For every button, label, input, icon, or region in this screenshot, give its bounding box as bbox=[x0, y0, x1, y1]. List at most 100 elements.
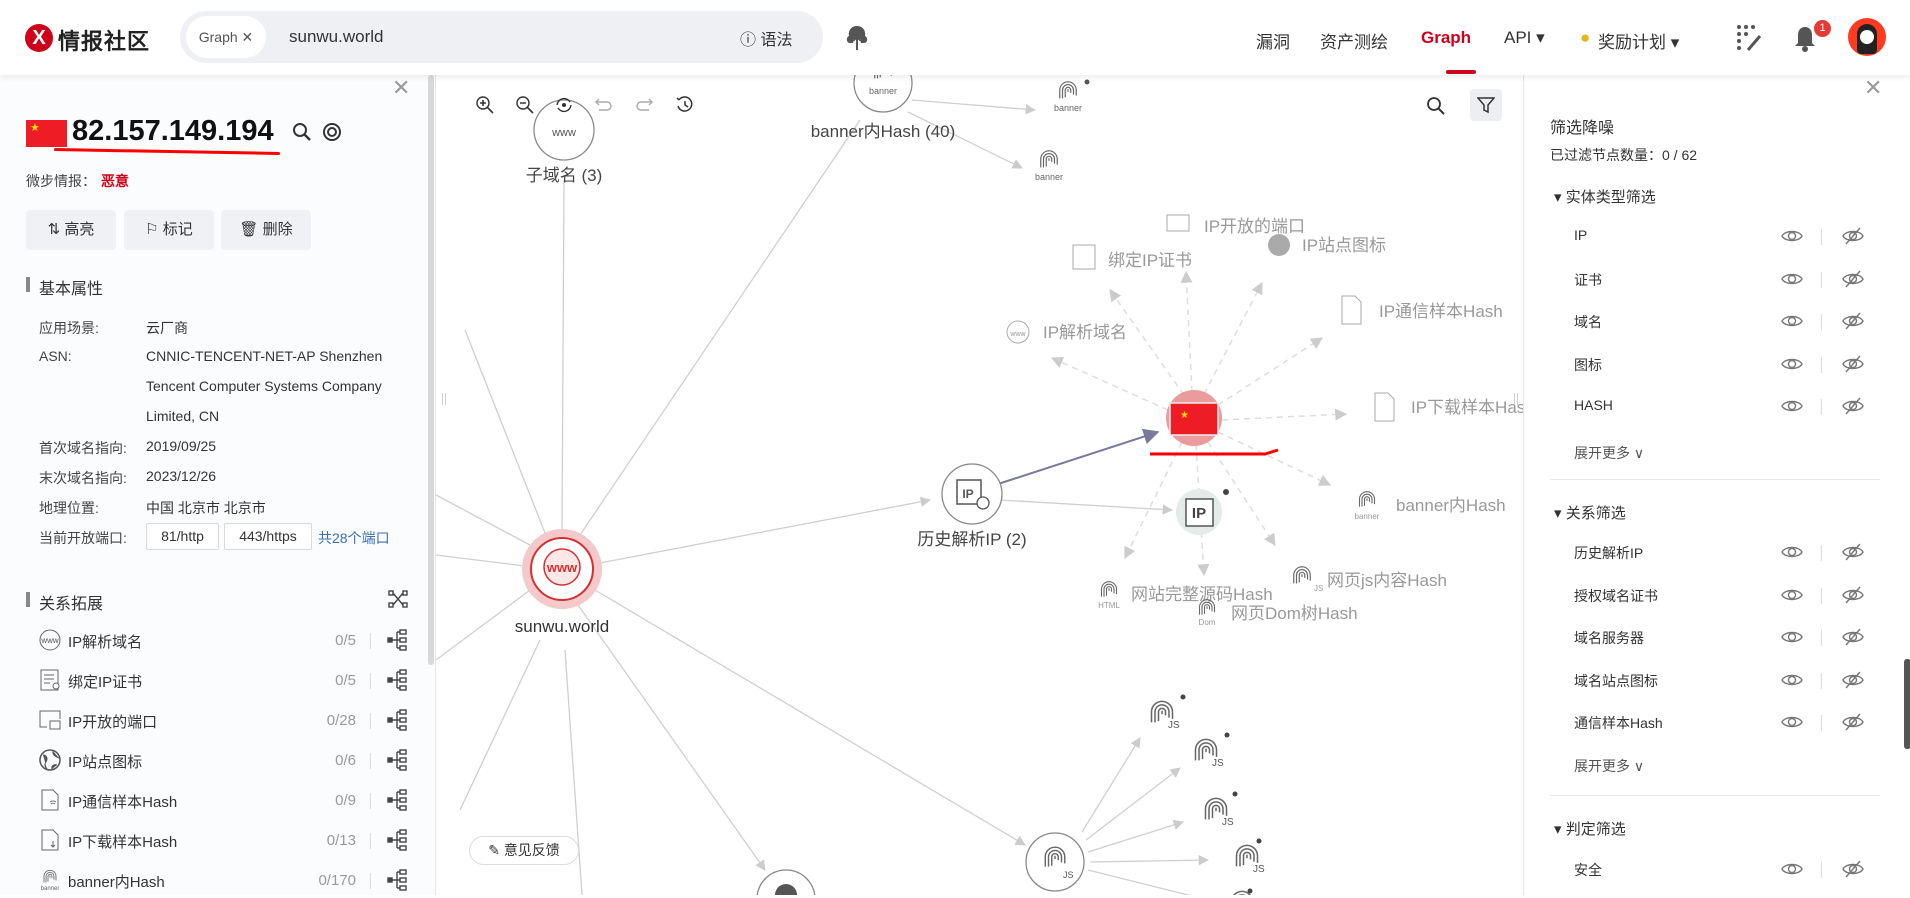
nav-asset-mapping[interactable]: 资产测绘 bbox=[1320, 28, 1388, 53]
expand-tree-icon[interactable] bbox=[387, 669, 409, 691]
nav-api[interactable]: API ▾ bbox=[1504, 28, 1545, 48]
satellite-js-hash[interactable]: JS 网页js内容Hash bbox=[1293, 566, 1447, 593]
node-banner-leaf[interactable]: banner bbox=[1054, 79, 1090, 114]
hide-eye-off-icon[interactable] bbox=[1842, 355, 1864, 373]
hide-eye-off-icon[interactable] bbox=[1842, 397, 1864, 415]
zoom-in-icon[interactable] bbox=[475, 95, 495, 115]
group-verdict[interactable]: ▾ 判定筛选 bbox=[1554, 818, 1626, 839]
nav-vulnerability[interactable]: 漏洞 bbox=[1256, 28, 1290, 53]
show-eye-icon[interactable] bbox=[1781, 672, 1803, 688]
expand-tree-icon[interactable] bbox=[387, 709, 409, 731]
close-icon[interactable]: ✕ bbox=[1864, 75, 1882, 101]
port-tag[interactable]: 443/https bbox=[224, 523, 312, 550]
hide-eye-off-icon[interactable] bbox=[1842, 312, 1864, 330]
expand-tree-icon[interactable] bbox=[387, 829, 409, 851]
show-eye-icon[interactable] bbox=[1781, 861, 1803, 877]
left-resize-handle[interactable] bbox=[442, 393, 446, 405]
relation-item-comm-hash[interactable]: IP通信样本Hash 0/9 bbox=[39, 784, 409, 818]
search-box[interactable]: Graph ✕ sunwu.world ⓘ 语法 bbox=[180, 11, 823, 63]
left-panel-scrollbar[interactable] bbox=[428, 75, 434, 665]
show-eye-icon[interactable] bbox=[1781, 313, 1803, 329]
hide-eye-off-icon[interactable] bbox=[1842, 860, 1864, 878]
show-eye-icon[interactable] bbox=[1781, 544, 1803, 560]
graph-canvas[interactable]: www sunwu.world www 子域名 (3) banner banne… bbox=[436, 75, 1523, 895]
relation-item-download-hash[interactable]: IP下载样本Hash 0/13 bbox=[39, 824, 409, 858]
logo-icon[interactable]: X bbox=[25, 24, 53, 52]
relation-item-ip-domain[interactable]: www IP解析域名 0/5 bbox=[39, 624, 409, 658]
relation-item-ip-cert[interactable]: 绑定IP证书 0/5 bbox=[39, 664, 409, 698]
expand-all-icon[interactable] bbox=[388, 590, 408, 608]
filter-button[interactable] bbox=[1470, 89, 1502, 121]
user-avatar[interactable] bbox=[1848, 18, 1886, 56]
expand-more-button[interactable]: 展开更多 ∨ bbox=[1574, 756, 1644, 776]
expand-tree-icon[interactable] bbox=[387, 749, 409, 771]
show-eye-icon[interactable] bbox=[1781, 629, 1803, 645]
satellite-open-ports[interactable]: IP开放的端口 bbox=[1166, 214, 1305, 236]
node-globe[interactable] bbox=[756, 869, 816, 895]
satellite-banner-hash[interactable]: banner banner内Hash bbox=[1355, 491, 1506, 521]
node-selected-ip-flag[interactable]: ★ bbox=[1150, 390, 1279, 456]
feedback-button[interactable]: ✎ 意见反馈 bbox=[469, 836, 579, 865]
search-icon[interactable] bbox=[292, 122, 312, 142]
hide-eye-off-icon[interactable] bbox=[1842, 270, 1864, 288]
relation-item-site-icon[interactable]: IP站点图标 0/6 bbox=[39, 744, 409, 778]
expand-tree-icon[interactable] bbox=[387, 789, 409, 811]
node-ip[interactable]: IP bbox=[1176, 489, 1229, 535]
hide-eye-off-icon[interactable] bbox=[1842, 586, 1864, 604]
expand-tree-icon[interactable] bbox=[387, 869, 409, 891]
port-tag[interactable]: 81/http bbox=[146, 523, 219, 550]
search-type-chip[interactable]: Graph ✕ bbox=[186, 16, 266, 58]
mark-button[interactable]: ⚐ 标记 bbox=[124, 210, 214, 250]
hide-eye-off-icon[interactable] bbox=[1842, 628, 1864, 646]
right-resize-handle[interactable] bbox=[1514, 393, 1518, 405]
satellite-comm-hash[interactable]: IP通信样本Hash bbox=[1341, 295, 1503, 325]
redo-icon[interactable] bbox=[634, 95, 654, 115]
node-js-leaf[interactable]: JS bbox=[1194, 732, 1230, 770]
bell-icon[interactable] bbox=[1794, 26, 1816, 52]
relation-item-open-ports[interactable]: IP开放的端口 0/28 bbox=[39, 704, 409, 738]
satellite-download-hash[interactable]: IP下载样本Hash bbox=[1374, 392, 1523, 422]
relation-item-banner-hash[interactable]: banner banner内Hash 0/170 bbox=[39, 864, 409, 898]
node-js-leaf[interactable]: JS bbox=[1204, 791, 1238, 829]
hide-eye-off-icon[interactable] bbox=[1842, 713, 1864, 731]
node-banner-leaf[interactable]: banner bbox=[1035, 150, 1063, 182]
group-entity-type[interactable]: ▾ 实体类型筛选 bbox=[1554, 186, 1656, 207]
all-ports-link[interactable]: 共28个端口 bbox=[318, 528, 390, 548]
show-eye-icon[interactable] bbox=[1781, 587, 1803, 603]
group-relation[interactable]: ▾ 关系筛选 bbox=[1554, 502, 1626, 523]
nav-graph[interactable]: Graph bbox=[1421, 28, 1471, 48]
close-icon[interactable]: ✕ bbox=[392, 75, 410, 101]
node-banner-hash[interactable]: banner banner内Hash (40) bbox=[811, 75, 956, 141]
search-input[interactable]: sunwu.world bbox=[289, 27, 384, 47]
radar-icon[interactable] bbox=[322, 122, 342, 142]
history-icon[interactable] bbox=[675, 95, 695, 115]
zoom-out-icon[interactable] bbox=[515, 95, 535, 115]
highlight-button[interactable]: ⇅ 高亮 bbox=[26, 210, 116, 250]
side-widget-handle[interactable] bbox=[1904, 659, 1910, 749]
show-eye-icon[interactable] bbox=[1781, 228, 1803, 244]
node-js-leaf[interactable]: JS bbox=[1235, 838, 1266, 876]
logo-text[interactable]: 情报社区 bbox=[58, 24, 150, 56]
upload-cloud-icon[interactable] bbox=[845, 25, 869, 51]
syntax-button[interactable]: ⓘ 语法 bbox=[740, 26, 792, 50]
undo-icon[interactable] bbox=[594, 95, 614, 115]
fit-view-icon[interactable] bbox=[554, 95, 574, 115]
show-eye-icon[interactable] bbox=[1781, 271, 1803, 287]
hide-eye-off-icon[interactable] bbox=[1842, 227, 1864, 245]
show-eye-icon[interactable] bbox=[1781, 398, 1803, 414]
hide-eye-off-icon[interactable] bbox=[1842, 543, 1864, 561]
nav-rewards[interactable]: 奖励计划 ▾ bbox=[1598, 28, 1679, 53]
node-js-leaf[interactable] bbox=[1230, 888, 1254, 896]
node-js-hub[interactable]: JS bbox=[1025, 832, 1085, 892]
node-js-leaf[interactable]: JS bbox=[1150, 694, 1186, 732]
tools-apps-icon[interactable] bbox=[1736, 24, 1762, 52]
graph-search-icon[interactable] bbox=[1426, 96, 1446, 116]
expand-more-button[interactable]: 展开更多 ∨ bbox=[1574, 443, 1644, 463]
satellite-ip-cert[interactable]: 绑定IP证书 bbox=[1072, 244, 1192, 270]
show-eye-icon[interactable] bbox=[1781, 356, 1803, 372]
node-history-ip[interactable]: IP 历史解析IP (2) bbox=[917, 463, 1027, 549]
graph-svg[interactable]: www sunwu.world www 子域名 (3) banner banne… bbox=[436, 75, 1523, 895]
delete-button[interactable]: 🗑 删除 bbox=[221, 210, 311, 250]
hide-eye-off-icon[interactable] bbox=[1842, 671, 1864, 689]
satellite-site-icon[interactable]: IP站点图标 bbox=[1268, 234, 1386, 256]
